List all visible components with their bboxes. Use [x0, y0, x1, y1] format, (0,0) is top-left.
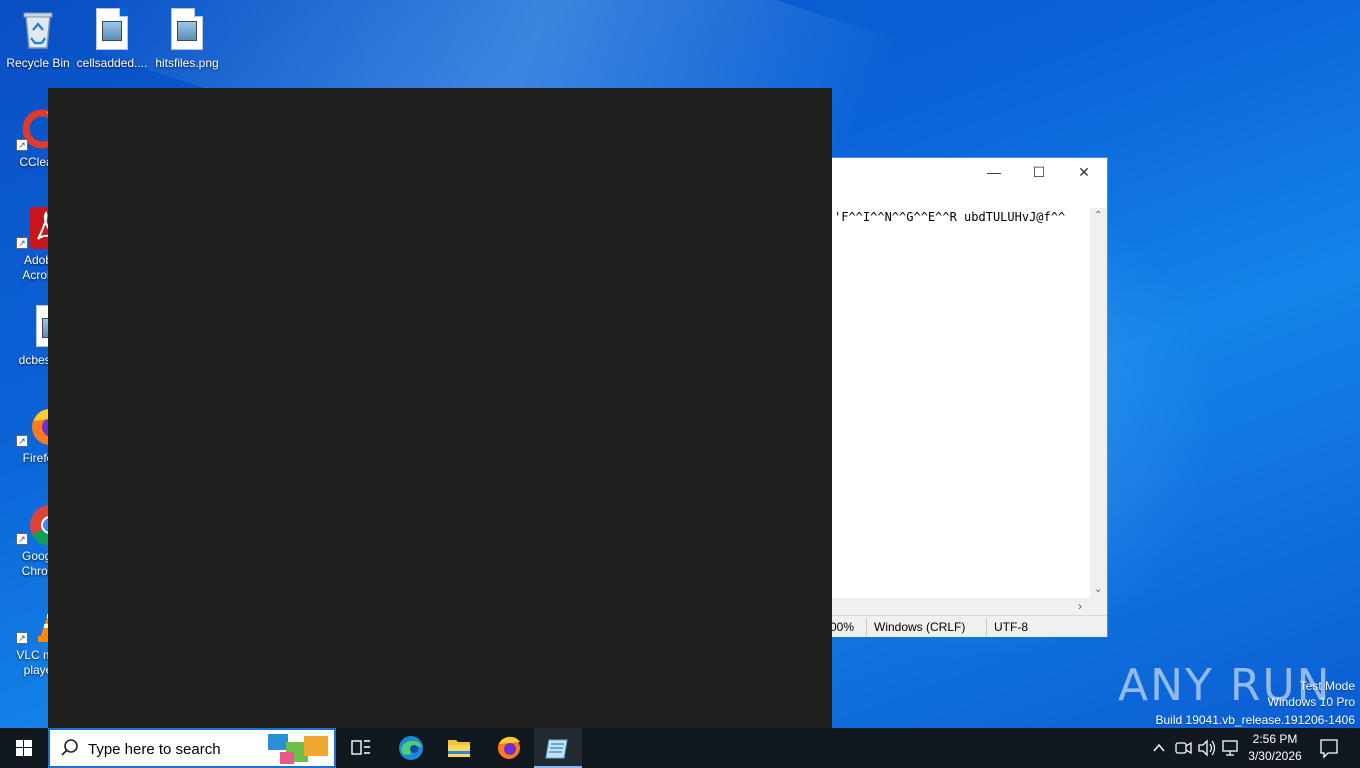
- taskbar-clock[interactable]: 2:56 PM 3/30/2026: [1238, 731, 1312, 765]
- scroll-down-icon[interactable]: ⌄: [1094, 584, 1102, 595]
- taskbar-search-box[interactable]: Type here to search: [48, 728, 336, 768]
- folder-icon: [448, 740, 470, 757]
- line-ending: Windows (CRLF): [874, 620, 966, 634]
- image-file-icon: [165, 8, 209, 52]
- maximize-button[interactable]: ☐: [1016, 158, 1062, 188]
- tray-meet-now[interactable]: [1173, 728, 1193, 768]
- shortcut-arrow-icon: ↗: [16, 139, 28, 151]
- scroll-up-icon[interactable]: ⌃: [1094, 210, 1102, 221]
- taskbar-file-explorer[interactable]: [435, 728, 483, 768]
- clock-date: 3/30/2026: [1248, 749, 1302, 763]
- tray-volume[interactable]: [1196, 728, 1218, 768]
- taskbar: Type here to search 2:56 PM 3/30/2026: [0, 728, 1360, 768]
- search-icon: [61, 739, 78, 756]
- dark-window[interactable]: [48, 88, 832, 728]
- encoding: UTF-8: [994, 620, 1028, 634]
- notepad-statusbar: 00% Windows (CRLF) UTF-8: [830, 615, 1107, 637]
- close-button[interactable]: ✕: [1061, 158, 1107, 188]
- vertical-scrollbar[interactable]: ⌃ ⌄: [1090, 208, 1107, 598]
- shortcut-arrow-icon: ↗: [16, 435, 28, 447]
- notification-icon: [1320, 739, 1338, 759]
- desktop-icon-label: cellsadded....: [76, 56, 148, 70]
- scroll-right-icon[interactable]: ›: [1078, 599, 1082, 613]
- task-view-icon: [351, 740, 370, 755]
- windows-edition-label: Windows 10 Pro: [1267, 695, 1355, 709]
- desktop-icon-recycle-bin[interactable]: Recycle Bin: [0, 8, 76, 71]
- taskbar-notepad[interactable]: [534, 728, 582, 768]
- build-label: Build 19041.vb_release.191206-1406: [1155, 713, 1356, 727]
- minimize-button[interactable]: —: [971, 158, 1017, 188]
- firefox-icon: [498, 736, 520, 759]
- notepad-icon: [545, 739, 568, 759]
- notepad-text-area[interactable]: 'F^^I^^N^^G^^E^^R ubdTULUHvJ@f^^: [832, 208, 1090, 598]
- task-view-button[interactable]: [336, 728, 384, 768]
- notepad-titlebar[interactable]: — ☐ ✕: [832, 158, 1107, 188]
- clock-time: 2:56 PM: [1252, 732, 1298, 746]
- start-button[interactable]: [0, 728, 48, 768]
- recycle-bin-icon: [16, 8, 60, 52]
- scrollbar-corner: [1090, 598, 1107, 615]
- chevron-up-icon: [1153, 743, 1165, 752]
- search-placeholder: Type here to search: [88, 741, 221, 758]
- taskbar-edge[interactable]: [387, 728, 435, 768]
- shortcut-arrow-icon: ↗: [16, 533, 28, 545]
- puzzle-highlight-icon: [268, 734, 328, 764]
- horizontal-scrollbar[interactable]: ›: [832, 598, 1090, 615]
- image-file-icon: [90, 8, 134, 52]
- shortcut-arrow-icon: ↗: [16, 237, 28, 249]
- camera-icon: [1175, 741, 1192, 755]
- windows-logo-icon: [16, 740, 32, 756]
- show-hidden-icons-button[interactable]: [1150, 728, 1168, 768]
- desktop-icon-hitsfiles[interactable]: hitsfiles.png: [149, 8, 225, 71]
- notepad-window[interactable]: — ☐ ✕ 'F^^I^^N^^G^^E^^R ubdTULUHvJ@f^^ ⌃…: [830, 157, 1108, 637]
- desktop-icon-cellsadded[interactable]: cellsadded....: [74, 8, 150, 71]
- taskbar-firefox[interactable]: [485, 728, 533, 768]
- zoom-level: 00%: [830, 620, 855, 634]
- edge-icon: [399, 736, 423, 760]
- speaker-icon: [1198, 739, 1216, 757]
- action-center-button[interactable]: [1314, 728, 1344, 768]
- desktop-icon-label: Recycle Bin: [6, 56, 70, 70]
- notepad-menubar: [832, 188, 1107, 208]
- desktop-icon-label: hitsfiles.png: [155, 56, 219, 70]
- shortcut-arrow-icon: ↗: [16, 632, 28, 644]
- test-mode-label: Test Mode: [1299, 679, 1355, 693]
